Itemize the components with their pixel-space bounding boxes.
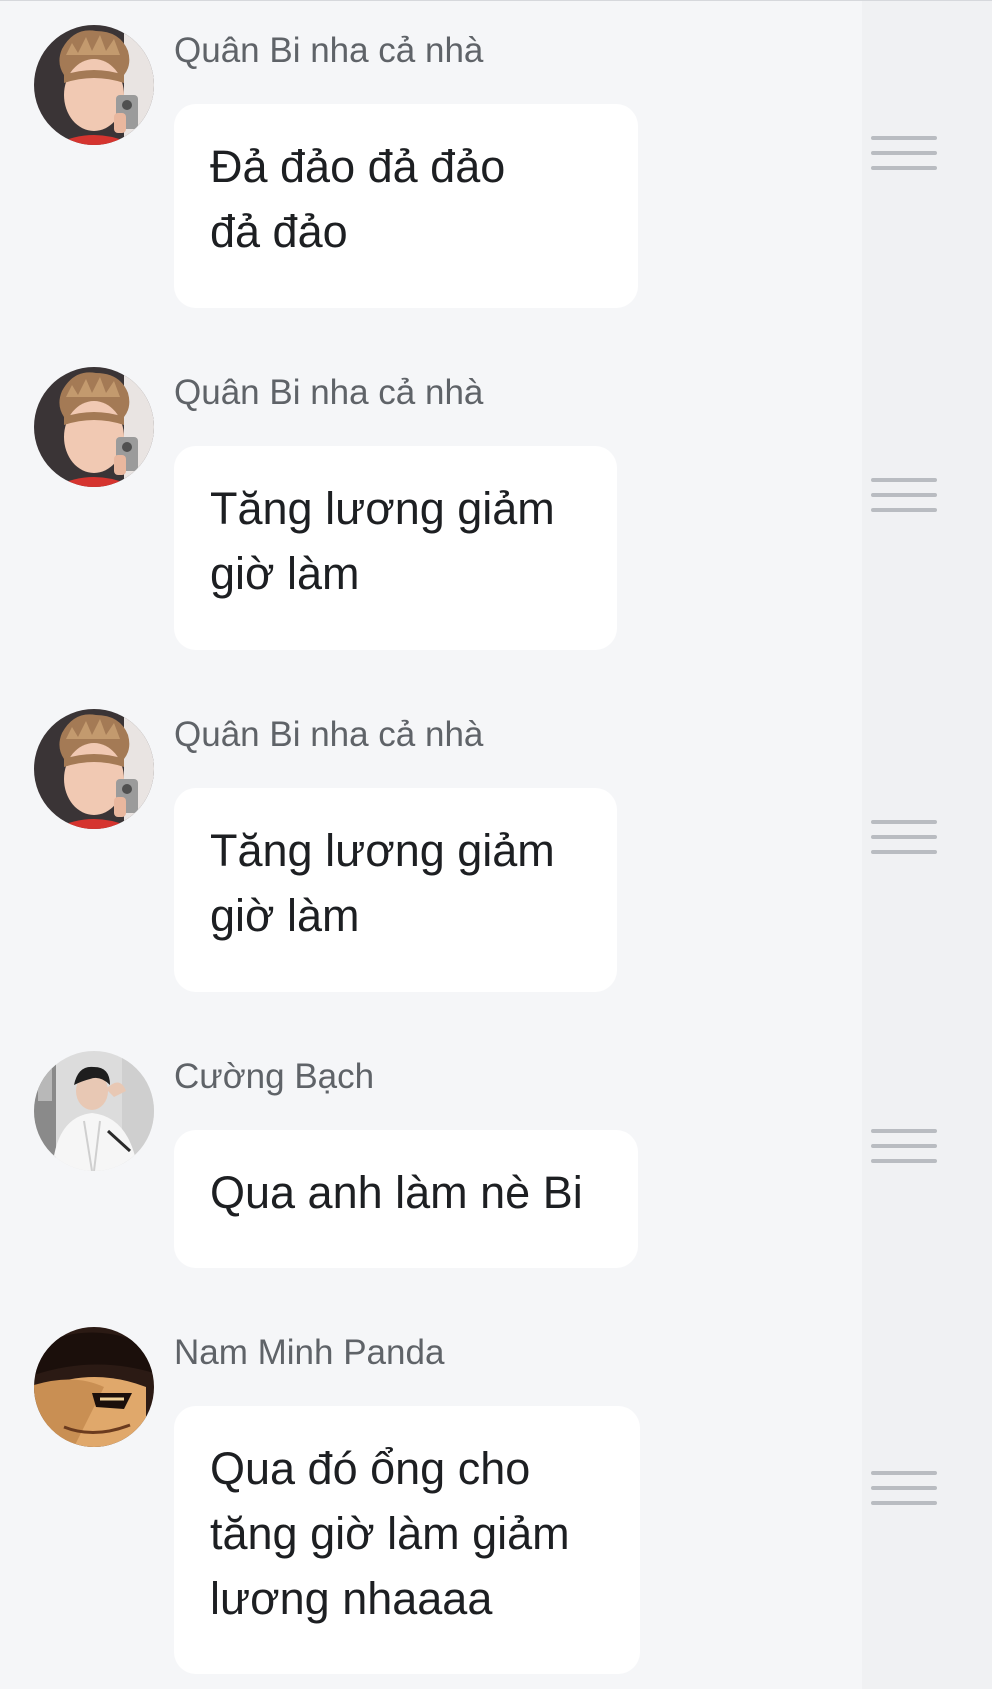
- message-bubble[interactable]: Qua đó ổng cho tăng giờ làm giảm lương n…: [174, 1406, 640, 1674]
- avatar[interactable]: [34, 1327, 154, 1447]
- avatar[interactable]: [34, 367, 154, 487]
- message-text-line: Qua đó ổng cho: [210, 1443, 531, 1494]
- message-text-line: tăng giờ làm giảm: [210, 1508, 570, 1559]
- message-bubble[interactable]: Qua anh làm nè Bi: [174, 1130, 638, 1268]
- sender-name: Quân Bi nha cả nhà: [174, 373, 484, 412]
- sender-name: Quân Bi nha cả nhà: [174, 715, 484, 754]
- avatar[interactable]: [34, 1051, 154, 1171]
- sender-name: Quân Bi nha cả nhà: [174, 31, 484, 70]
- message-text-line: lương nhaaaa: [210, 1573, 493, 1624]
- message-item: Quân Bi nha cả nhà Tăng lương giảm giờ l…: [0, 367, 862, 657]
- message-bubble[interactable]: Tăng lương giảm giờ làm: [174, 446, 617, 650]
- message-bubble[interactable]: Tăng lương giảm giờ làm: [174, 788, 617, 992]
- message-text-line: Qua anh làm nè Bi: [210, 1167, 583, 1218]
- message-text-line: Đả đảo đả đảo: [210, 141, 506, 192]
- sender-name: Cường Bạch: [174, 1057, 375, 1096]
- avatar[interactable]: [34, 709, 154, 829]
- hamburger-menu-icon[interactable]: [871, 820, 937, 856]
- avatar[interactable]: [34, 25, 154, 145]
- message-text-line: giờ làm: [210, 548, 360, 599]
- message-text-line: Tăng lương giảm: [210, 825, 555, 876]
- message-text-line: đả đảo: [210, 206, 348, 257]
- message-text-line: Tăng lương giảm: [210, 483, 555, 534]
- message-bubble[interactable]: Đả đảo đả đảo đả đảo: [174, 104, 638, 308]
- hamburger-menu-icon[interactable]: [871, 478, 937, 514]
- message-item: Quân Bi nha cả nhà Đả đảo đả đảo đả đảo: [0, 25, 862, 315]
- hamburger-menu-icon[interactable]: [871, 1129, 937, 1165]
- sender-name: Nam Minh Panda: [174, 1333, 445, 1372]
- message-item: Cường Bạch Qua anh làm nè Bi: [0, 1051, 862, 1271]
- hamburger-menu-icon[interactable]: [871, 1471, 937, 1507]
- message-item: Quân Bi nha cả nhà Tăng lương giảm giờ l…: [0, 709, 862, 999]
- message-item: Nam Minh Panda Qua đó ổng cho tăng giờ l…: [0, 1327, 862, 1687]
- message-text-line: giờ làm: [210, 890, 360, 941]
- hamburger-menu-icon[interactable]: [871, 136, 937, 172]
- chat-screen: Quân Bi nha cả nhà Đả đảo đả đảo đả đảo …: [0, 0, 992, 1689]
